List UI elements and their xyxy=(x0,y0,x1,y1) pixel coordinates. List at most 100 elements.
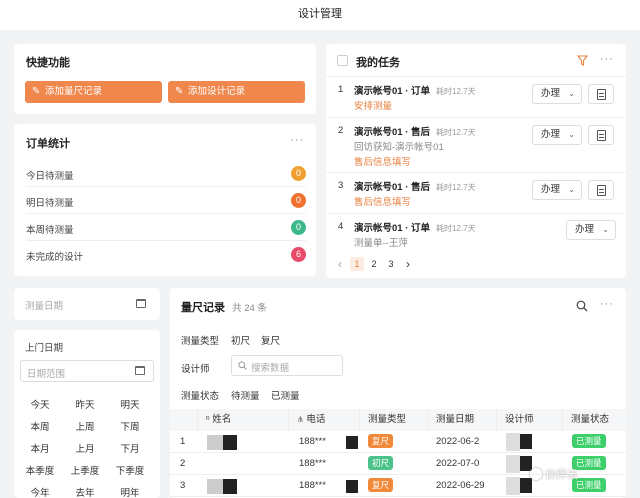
date-shortcut[interactable]: 本月 xyxy=(20,441,60,455)
task-item[interactable]: 2 演示帐号01 · 售后 耗时12.7天 回访获知-演示帐号01 售后信息填写 办理 ⌄ xyxy=(326,118,626,173)
status-tag: 已测量 xyxy=(572,434,606,449)
page-2-button[interactable]: 2 xyxy=(367,257,381,271)
select-all-checkbox[interactable] xyxy=(337,55,348,66)
date-range-input[interactable]: 日期范围 xyxy=(20,360,154,382)
date-shortcut[interactable]: 本周 xyxy=(20,419,60,433)
watermark: 伙伴云 xyxy=(530,466,578,482)
phone-cell: 188*** xyxy=(299,480,326,491)
quick-functions-card: 快捷功能 ✎ 添加量尺记录 ✎ 添加设计记录 xyxy=(14,44,316,114)
quick-functions-title: 快捷功能 xyxy=(26,57,70,69)
stat-label: 明日待测量 xyxy=(26,198,74,209)
table-row[interactable]: 1 188*** 复尺 2022-06-2 已测量 xyxy=(170,431,626,453)
col-designer[interactable]: 设计师 xyxy=(497,409,563,431)
filter-status-opt-pending[interactable]: 待测量 xyxy=(231,388,260,402)
task-subtitle: 测量单--王萍 xyxy=(354,238,408,249)
date-shortcut[interactable]: 本季度 xyxy=(20,463,60,477)
chevron-down-icon: ⌄ xyxy=(602,225,609,234)
redacted-name xyxy=(207,435,223,450)
prev-page-button[interactable]: ‹ xyxy=(333,257,347,271)
next-page-button[interactable]: › xyxy=(401,257,415,271)
chevron-down-icon: ⌄ xyxy=(568,130,575,139)
handle-dropdown[interactable]: 办理 ⌄ xyxy=(532,84,582,104)
filter-icon[interactable] xyxy=(577,55,588,66)
date-cell: 2022-06-29 xyxy=(436,480,485,491)
handle-dropdown[interactable]: 办理 ⌄ xyxy=(566,220,616,240)
task-item[interactable]: 3 演示帐号01 · 售后 耗时12.7天 售后信息填写 办理 ⌄ xyxy=(326,173,626,214)
date-shortcut[interactable]: 去年 xyxy=(65,485,105,498)
date-shortcut[interactable]: 昨天 xyxy=(65,397,105,411)
order-stats-title: 订单统计 xyxy=(26,138,70,150)
task-number: 4 xyxy=(338,221,344,232)
measure-date-card: 测量日期 xyxy=(14,288,160,320)
filter-type-opt-review[interactable]: 复尺 xyxy=(261,333,280,347)
date-shortcut[interactable]: 上周 xyxy=(65,419,105,433)
add-measure-button[interactable]: ✎ 添加量尺记录 xyxy=(25,81,162,103)
stat-count-badge: 6 xyxy=(291,247,306,262)
document-button[interactable] xyxy=(588,84,614,104)
more-icon[interactable]: ··· xyxy=(290,134,304,146)
task-item[interactable]: 1 演示帐号01 · 订单 耗时12.7天 安排测量 办理 ⌄ xyxy=(326,77,626,118)
table-header: ᴿ 姓名 ⋔ 电话 测量类型 测量日期 设计师 测量状态 xyxy=(170,409,626,431)
date-shortcut[interactable]: 今天 xyxy=(20,397,60,411)
stat-row[interactable]: 今日待测量 0 xyxy=(26,160,306,187)
more-icon[interactable]: ··· xyxy=(600,53,614,65)
filter-status-opt-done[interactable]: 已测量 xyxy=(271,388,300,402)
col-name[interactable]: ᴿ 姓名 xyxy=(198,409,289,431)
records-count: 共 24 条 xyxy=(232,303,267,314)
type-cell: 复尺 xyxy=(368,431,394,453)
col-date[interactable]: 测量日期 xyxy=(428,409,497,431)
pagination: ‹ 123 › xyxy=(326,256,626,272)
measure-date-input[interactable]: 测量日期 xyxy=(25,298,63,312)
pencil-icon: ✎ xyxy=(175,86,184,97)
date-shortcut[interactable]: 下周 xyxy=(110,419,150,433)
order-stats-card: 订单统计 ··· 今日待测量 0 明日待测量 0 本周待测量 0 未完成的设计 6 xyxy=(14,124,316,276)
col-status[interactable]: 测量状态 xyxy=(563,409,626,431)
stat-row[interactable]: 未完成的设计 6 xyxy=(26,241,306,268)
task-subtitle[interactable]: 安排测量 xyxy=(354,98,392,112)
date-shortcut[interactable]: 下月 xyxy=(110,441,150,455)
date-shortcut[interactable]: 下季度 xyxy=(110,463,150,477)
document-button[interactable] xyxy=(588,180,614,200)
pencil-icon: ✎ xyxy=(32,86,41,97)
date-shortcut[interactable]: 上季度 xyxy=(65,463,105,477)
redacted-phone xyxy=(346,436,358,449)
date-cell: 2022-06-2 xyxy=(436,436,480,447)
more-icon[interactable]: ··· xyxy=(600,298,614,310)
filter-type-label: 测量类型 xyxy=(181,336,220,347)
designer-search-input[interactable]: 搜索数据 xyxy=(231,355,343,376)
date-shortcut[interactable]: 上月 xyxy=(65,441,105,455)
document-button[interactable] xyxy=(588,125,614,145)
date-shortcut[interactable]: 明年 xyxy=(110,485,150,498)
calendar-icon[interactable] xyxy=(136,299,146,308)
handle-dropdown[interactable]: 办理 ⌄ xyxy=(532,180,582,200)
chevron-down-icon: ⌄ xyxy=(568,185,575,194)
redacted-phone xyxy=(346,480,358,493)
status-cell: 已测量 xyxy=(572,431,606,453)
col-type[interactable]: 测量类型 xyxy=(360,409,428,431)
task-number: 3 xyxy=(338,180,344,191)
search-icon[interactable] xyxy=(576,300,588,312)
stat-row[interactable]: 明日待测量 0 xyxy=(26,187,306,214)
task-subtitle[interactable]: 售后信息填写 xyxy=(354,194,411,208)
task-item[interactable]: 4 演示帐号01 · 订单 耗时12.7天 测量单--王萍 办理 ⌄ xyxy=(326,214,626,251)
task-subtitle[interactable]: 售后信息填写 xyxy=(354,154,411,168)
date-shortcut[interactable]: 今年 xyxy=(20,485,60,498)
handle-dropdown[interactable]: 办理 ⌄ xyxy=(532,125,582,145)
page-1-button[interactable]: 1 xyxy=(350,257,364,271)
type-cell: 复尺 xyxy=(368,475,394,497)
date-shortcut[interactable]: 明天 xyxy=(110,397,150,411)
col-phone[interactable]: ⋔ 电话 xyxy=(289,409,360,431)
add-design-button[interactable]: ✎ 添加设计记录 xyxy=(168,81,305,103)
task-subtitle: 回访获知-演示帐号01 xyxy=(354,142,444,153)
task-number: 2 xyxy=(338,125,344,136)
filter-type-opt-first[interactable]: 初尺 xyxy=(231,333,250,347)
document-icon xyxy=(597,89,606,100)
stat-row[interactable]: 本周待测量 0 xyxy=(26,214,306,241)
type-cell: 初尺 xyxy=(368,453,394,475)
calendar-icon xyxy=(135,366,145,375)
stat-count-badge: 0 xyxy=(291,193,306,208)
stat-count-badge: 0 xyxy=(291,166,306,181)
redacted-designer xyxy=(506,455,520,473)
page-3-button[interactable]: 3 xyxy=(384,257,398,271)
filter-status-label: 测量状态 xyxy=(181,391,220,402)
